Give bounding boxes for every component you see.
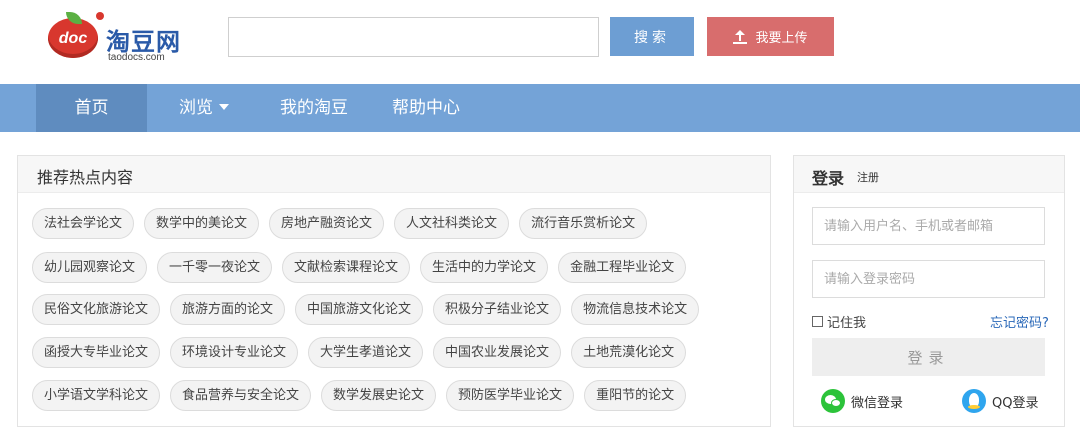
- panel-header: 推荐热点内容: [18, 156, 770, 193]
- hot-tag[interactable]: 金融工程毕业论文: [558, 252, 687, 283]
- tag-row: 小学语文学科论文 食品营养与安全论文 数学发展史论文 预防医学毕业论文 重阳节的…: [32, 380, 687, 411]
- wechat-login[interactable]: 微信登录: [821, 389, 903, 413]
- tag-row: 民俗文化旅游论文 旅游方面的论文 中国旅游文化论文 积极分子结业论文 物流信息技…: [32, 294, 700, 325]
- hot-tag[interactable]: 中国旅游文化论文: [295, 294, 424, 325]
- hot-tag[interactable]: 重阳节的论文: [584, 380, 687, 411]
- hot-content-panel: 推荐热点内容 法社会学论文 数学中的美论文 房地产融资论文 人文社科类论文 流行…: [17, 155, 771, 427]
- login-button[interactable]: 登录: [812, 338, 1045, 376]
- hot-tag[interactable]: 民俗文化旅游论文: [32, 294, 161, 325]
- register-link[interactable]: 注册: [857, 169, 879, 185]
- login-title: 登录: [812, 169, 845, 188]
- hot-tag[interactable]: 积极分子结业论文: [433, 294, 562, 325]
- tag-row: 法社会学论文 数学中的美论文 房地产融资论文 人文社科类论文 流行音乐赏析论文: [32, 208, 648, 239]
- hot-tag[interactable]: 法社会学论文: [32, 208, 135, 239]
- wechat-icon: [821, 389, 845, 413]
- nav-item-label: 浏览: [179, 98, 213, 118]
- hot-tag[interactable]: 食品营养与安全论文: [170, 380, 312, 411]
- nav-item-label: 帮助中心: [392, 98, 460, 118]
- hot-tag[interactable]: 函授大专毕业论文: [32, 337, 161, 368]
- hot-tag[interactable]: 大学生孝道论文: [308, 337, 424, 368]
- wechat-login-label: 微信登录: [851, 395, 904, 411]
- login-panel: 登录 注册 记住我 忘记密码? 登录 微信登录 QQ登录: [793, 155, 1065, 427]
- hot-tag[interactable]: 预防医学毕业论文: [446, 380, 575, 411]
- hot-tag[interactable]: 数学发展史论文: [321, 380, 437, 411]
- hot-tag[interactable]: 文献检索课程论文: [282, 252, 411, 283]
- logo-domain: taodocs.com: [108, 52, 165, 63]
- hot-tag[interactable]: 人文社科类论文: [394, 208, 510, 239]
- logo-badge-text: doc: [58, 30, 88, 47]
- hot-tag[interactable]: 房地产融资论文: [269, 208, 385, 239]
- remember-me[interactable]: 记住我: [812, 312, 866, 331]
- hot-tag[interactable]: 环境设计专业论文: [170, 337, 299, 368]
- panel-title: 推荐热点内容: [37, 168, 134, 187]
- hot-tag[interactable]: 幼儿园观察论文: [32, 252, 148, 283]
- upload-button[interactable]: 我要上传: [707, 17, 834, 56]
- qq-login-label: QQ登录: [992, 395, 1039, 411]
- caret-down-icon: [219, 104, 229, 110]
- nav-item-home[interactable]: 首页: [36, 84, 147, 132]
- remember-checkbox[interactable]: [812, 316, 823, 327]
- upload-icon: [733, 29, 748, 44]
- tag-row: 函授大专毕业论文 环境设计专业论文 大学生孝道论文 中国农业发展论文 土地荒漠化…: [32, 337, 687, 368]
- nav-item-help[interactable]: 帮助中心: [378, 84, 474, 132]
- search-input[interactable]: [228, 17, 599, 57]
- upload-button-label: 我要上传: [755, 31, 808, 46]
- logo-dot-icon: [96, 12, 104, 20]
- forgot-password-link[interactable]: 忘记密码?: [990, 312, 1049, 331]
- hot-tag[interactable]: 土地荒漠化论文: [571, 337, 687, 368]
- nav-item-browse[interactable]: 浏览: [164, 84, 244, 132]
- search-button[interactable]: 搜索: [610, 17, 694, 56]
- hot-tag[interactable]: 小学语文学科论文: [32, 380, 161, 411]
- hot-tag[interactable]: 一千零一夜论文: [157, 252, 273, 283]
- site-header: doc 淘豆网 taodocs.com 搜索 我要上传: [0, 0, 1080, 84]
- hot-tag[interactable]: 中国农业发展论文: [433, 337, 562, 368]
- main-nav: 首页 浏览 我的淘豆 帮助中心: [0, 84, 1080, 132]
- remember-label: 记住我: [827, 316, 867, 331]
- nav-item-label: 首页: [74, 98, 109, 118]
- login-header: 登录 注册: [794, 156, 1064, 193]
- nav-item-my-taodou[interactable]: 我的淘豆: [266, 84, 362, 132]
- username-input[interactable]: [812, 207, 1045, 245]
- qq-login[interactable]: QQ登录: [962, 389, 1038, 413]
- hot-tag[interactable]: 物流信息技术论文: [571, 294, 700, 325]
- site-logo[interactable]: doc 淘豆网 taodocs.com: [48, 12, 188, 64]
- logo-badge: doc: [48, 18, 98, 58]
- hot-tag[interactable]: 流行音乐赏析论文: [519, 208, 648, 239]
- tag-row: 幼儿园观察论文 一千零一夜论文 文献检索课程论文 生活中的力学论文 金融工程毕业…: [32, 252, 687, 283]
- qq-icon: [962, 389, 986, 413]
- nav-item-label: 我的淘豆: [280, 98, 348, 118]
- password-input[interactable]: [812, 260, 1045, 298]
- hot-tag[interactable]: 数学中的美论文: [144, 208, 260, 239]
- hot-tag[interactable]: 旅游方面的论文: [170, 294, 286, 325]
- hot-tag[interactable]: 生活中的力学论文: [420, 252, 549, 283]
